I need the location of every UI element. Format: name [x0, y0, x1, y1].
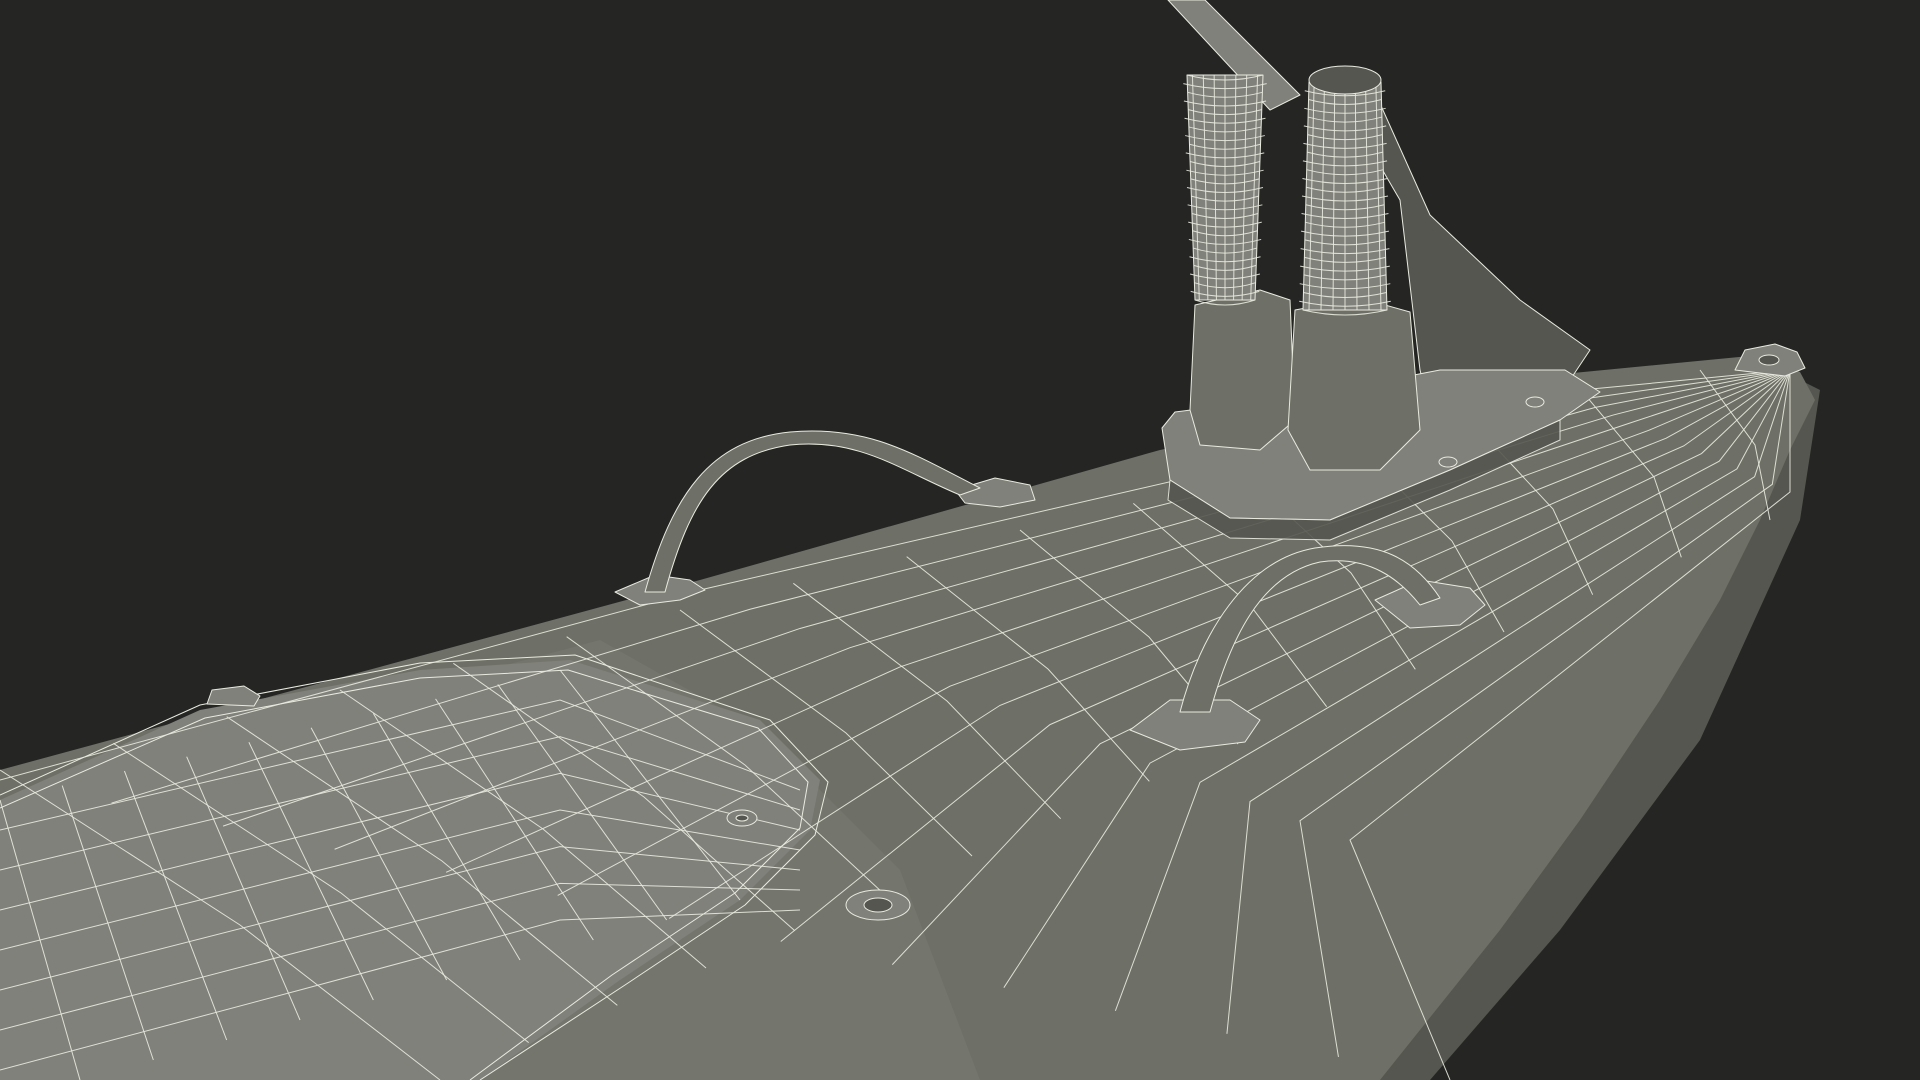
bow-fitting [1734, 343, 1806, 377]
mount-bolt [1438, 456, 1458, 468]
bellows-right [1299, 81, 1391, 316]
deck-bolt [726, 809, 758, 827]
render-viewport: .fill-main { fill: #6e6f66; } .fill-ligh… [0, 0, 1920, 1080]
mount-bolt [1525, 396, 1545, 408]
mount-pod-right [1287, 297, 1421, 471]
deck-eyelet [845, 889, 911, 921]
mount-pod-left [1189, 289, 1296, 451]
deck-clip-left [206, 685, 261, 707]
bellows-left [1183, 74, 1267, 306]
bellows-opening [1308, 65, 1382, 95]
wireframe-render: .fill-main { fill: #6e6f66; } .fill-ligh… [0, 0, 1820, 1080]
